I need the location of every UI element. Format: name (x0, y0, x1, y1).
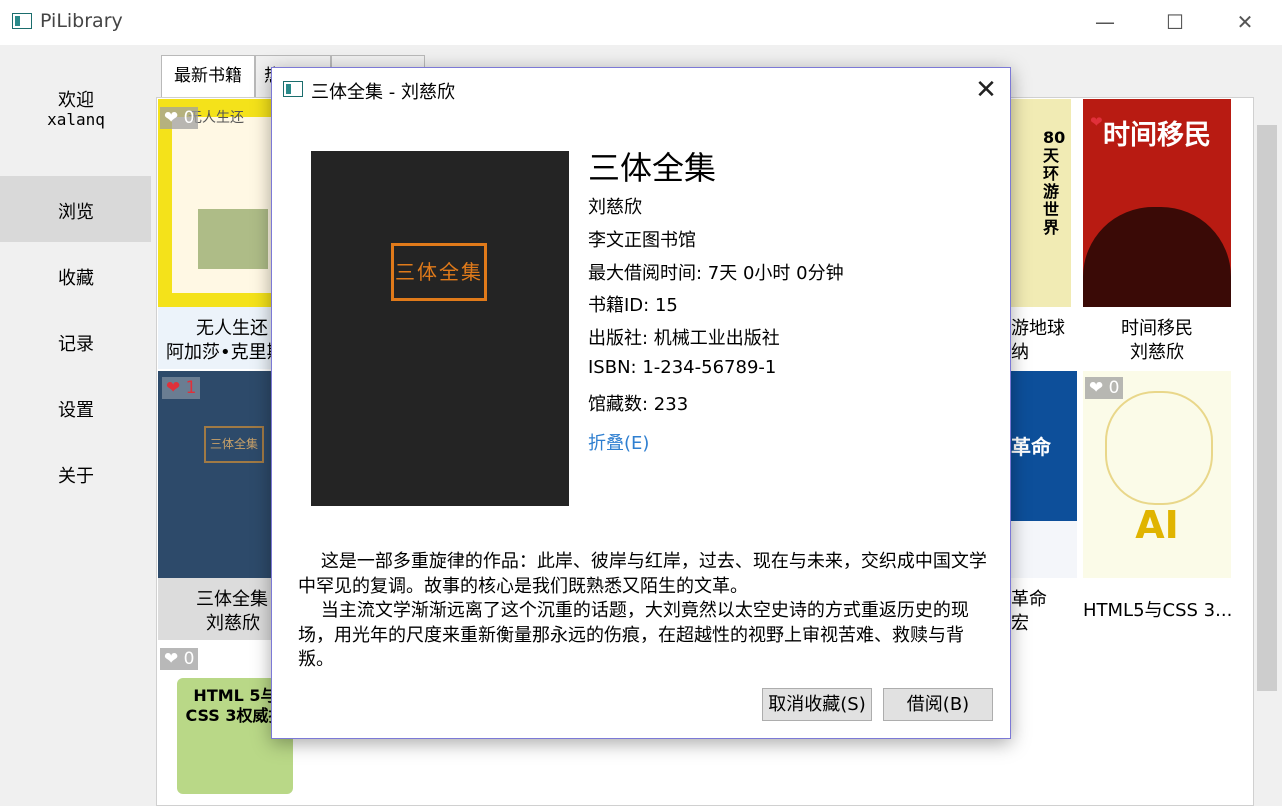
cover-bottom (1011, 521, 1077, 578)
app-icon (12, 13, 32, 29)
book-cover-santi[interactable]: 三体全集 (158, 371, 288, 578)
book-stock: 馆藏数: 233 (588, 394, 689, 415)
book-cover-geming[interactable]: 革命 (1011, 371, 1077, 521)
like-badge[interactable]: ❤ 0 (1085, 377, 1124, 399)
sidebar-item-settings[interactable]: 设置 (0, 396, 152, 422)
book-author-card: 纳 (1011, 342, 1029, 363)
unfavorite-button[interactable]: 取消收藏(S) (762, 688, 872, 721)
cover-text: 三体全集 (204, 426, 264, 463)
maximize-button[interactable]: ☐ (1152, 0, 1198, 45)
welcome-label: 欢迎 (58, 90, 94, 111)
borrow-button[interactable]: 借阅(B) (883, 688, 993, 721)
like-count: 0 (1108, 378, 1120, 398)
cover-text: AI (1135, 503, 1179, 547)
book-cover-ai[interactable]: AI (1083, 371, 1231, 578)
heart-icon: ❤ (1089, 378, 1104, 398)
dialog-app-icon (283, 81, 303, 97)
sidebar (0, 45, 152, 806)
sidebar-item-about[interactable]: 关于 (0, 462, 152, 488)
book-author-card: 刘慈欣 (1130, 342, 1184, 363)
book-author: 刘慈欣 (588, 197, 642, 218)
book-cover-huanyou[interactable]: 80天环游世界 (1011, 99, 1071, 307)
like-badge[interactable]: ❤ 0 (160, 648, 199, 670)
max-borrow-time: 最大借阅时间: 7天 0小时 0分钟 (588, 263, 844, 284)
username-label: xalanq (47, 110, 105, 129)
book-cover-large: 三体全集 (311, 151, 569, 506)
book-title-card: 革命 (1011, 589, 1047, 610)
minimize-button[interactable]: — (1082, 0, 1128, 45)
sidebar-item-browse[interactable]: 浏览 (0, 198, 152, 224)
scrollbar-thumb[interactable] (1257, 125, 1277, 691)
cover-text: 时间移民 (1103, 120, 1211, 151)
book-description: 这是一部多重旋律的作品：此岸、彼岸与红岸，过去、现在与未来，交织成中国文学中罕见… (298, 550, 990, 673)
book-title-card: 三体全集 (196, 589, 268, 610)
book-publisher: 出版社: 机械工业出版社 (588, 328, 780, 349)
like-count: 0 (183, 108, 195, 128)
book-title-card: 游地球 (1011, 318, 1065, 339)
close-button[interactable]: ✕ (1222, 0, 1268, 45)
cover-text: 80天环游世界 (1043, 128, 1066, 237)
book-id: 书籍ID: 15 (588, 295, 678, 316)
dialog-close-button[interactable]: ✕ (966, 70, 1006, 110)
book-isbn: ISBN: 1-234-56789-1 (588, 357, 777, 378)
tab-newest-books[interactable]: 最新书籍 (161, 55, 255, 98)
heart-icon: ❤ (164, 649, 179, 669)
book-author-card: 宏 (1011, 613, 1029, 634)
book-title-card: HTML5与CSS 3... (1083, 600, 1233, 621)
window-title: PiLibrary (40, 10, 123, 32)
heart-icon: ❤ (166, 378, 181, 398)
dialog-title: 三体全集 - 刘慈欣 (311, 82, 455, 103)
fold-link[interactable]: 折叠(E) (588, 429, 649, 455)
book-library: 李文正图书馆 (588, 230, 696, 251)
cover-title: 三体全集 (391, 243, 487, 301)
heart-icon: ❤ (164, 108, 179, 128)
heart-icon[interactable]: ❤ (1090, 113, 1103, 131)
like-count: 0 (183, 649, 195, 669)
like-count: 1 (185, 378, 197, 398)
book-title-card: 时间移民 (1121, 318, 1193, 339)
description-paragraph: 当主流文学渐渐远离了这个沉重的话题，大刘竟然以太空史诗的方式重返历史的现场，用光… (298, 600, 969, 670)
book-title: 三体全集 (588, 149, 717, 187)
sidebar-item-records[interactable]: 记录 (0, 330, 152, 356)
description-paragraph: 这是一部多重旋律的作品：此岸、彼岸与红岸，过去、现在与未来，交织成中国文学中罕见… (298, 551, 987, 597)
like-badge[interactable]: ❤ 1 (162, 377, 201, 399)
book-cover-wurensheng[interactable]: 无人生还 (158, 99, 288, 307)
like-badge[interactable]: ❤ 0 (160, 107, 199, 129)
book-cover-shijianyimin[interactable]: 时间移民 (1083, 99, 1231, 307)
sidebar-item-favorites[interactable]: 收藏 (0, 264, 152, 290)
book-author-card: 刘慈欣 (206, 613, 260, 634)
